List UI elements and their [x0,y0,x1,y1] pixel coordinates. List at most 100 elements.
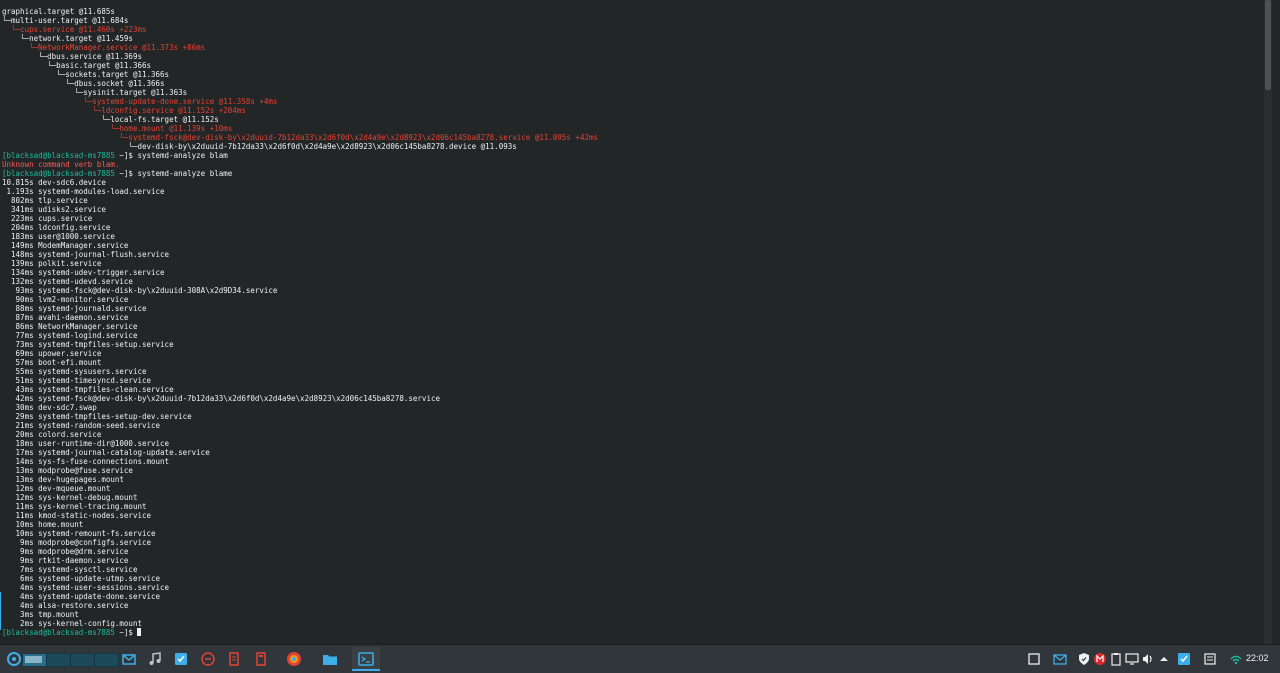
terminal-line: 21ms systemd-random-seed.service [2,421,161,430]
terminal-line: └─systemd-update-done.service @11.358s +… [2,97,278,106]
pager-desktop-1[interactable] [22,653,47,667]
file-manager-task[interactable] [316,647,344,671]
kde-menu-icon[interactable] [6,651,22,667]
document-icon[interactable] [226,651,242,667]
scrollbar-thumb[interactable] [1265,0,1271,90]
command-text: ~]$ systemd-analyze blame [119,169,233,178]
red-circle-icon[interactable] [200,651,216,667]
pager-desktop-3[interactable] [70,653,95,667]
terminal-line: 42ms systemd-fsck@dev-disk-by\x2duuid-7b… [2,394,440,403]
terminal-line: 14ms sys-fs-fuse-connections.mount [2,457,170,466]
terminal-line: └─sockets.target @11.366s [2,70,170,79]
terminal-line: 90ms lvm2-monitor.service [2,295,129,304]
terminal-line: Unknown command verb blam. [2,160,120,169]
checklist-icon[interactable] [1176,651,1192,667]
clock[interactable]: 22:02 [1246,653,1269,663]
terminal-line: └─dbus.socket @11.366s [2,79,165,88]
terminal-line: 223ms cups.service [2,214,93,223]
terminal-line: 20ms colord.service [2,430,102,439]
terminal-line: 2ms sys-kernel-config.mount [2,619,142,628]
terminal-line: 11ms kmod-static-nodes.service [2,511,152,520]
display-icon[interactable] [1124,651,1140,667]
terminal-line: 204ms ldconfig.service [2,223,111,232]
terminal-line: └─local-fs.target @11.152s [2,115,219,124]
terminal-line: 9ms rtkit-daemon.service [2,556,129,565]
terminal-line: 57ms boot-efi.mount [2,358,102,367]
tray-mail-icon[interactable] [1052,651,1068,667]
terminal-line: 12ms dev-mqueue.mount [2,484,111,493]
terminal-line: 30ms dev-sdc7.swap [2,403,97,412]
terminal-line: └─basic.target @11.366s [2,61,152,70]
pager-desktop-2[interactable] [46,653,71,667]
terminal-line: 51ms systemd-timesyncd.service [2,376,152,385]
terminal-line: └─dev-disk-by\x2duuid-7b12da33\x2d6f0d\x… [2,142,517,151]
command-text: ~]$ systemd-analyze blam [119,151,228,160]
terminal-line: [blacksad@blacksad-ms7885 ~]$ [2,628,1272,637]
terminal-line: 10ms home.mount [2,520,84,529]
terminal-line: 10.815s dev-sdc6.device [2,178,106,187]
terminal-line: └─dbus.service @11.369s [2,52,142,61]
terminal-line: 9ms modprobe@drm.service [2,547,129,556]
terminal-line: 17ms systemd-journal-catalog-update.serv… [2,448,210,457]
terminal-line: 9ms modprobe@configfs.service [2,538,152,547]
terminal-line: 93ms systemd-fsck@dev-disk-by\x2duuid-30… [2,286,278,295]
terminal-line: └─sysinit.target @11.363s [2,88,188,97]
terminal-line: 86ms NetworkManager.service [2,322,138,331]
terminal-line: 3ms tmp.mount [2,610,79,619]
browser-icon [287,652,301,666]
terminal-line: 132ms systemd-udevd.service [2,277,133,286]
command-text: ~]$ [119,628,138,637]
notes-icon[interactable] [1202,651,1218,667]
clipboard-icon[interactable] [1108,651,1124,667]
music-icon[interactable] [147,651,163,667]
terminal-line: 341ms udisks2.service [2,205,106,214]
terminal-line: 11ms sys-kernel-tracing.mount [2,502,147,511]
window-icon[interactable] [1026,651,1042,667]
selection-marker [0,592,1,630]
terminal-line: 183ms user@1000.service [2,232,115,241]
volume-icon[interactable] [1140,651,1156,667]
terminal-line: [blacksad@blacksad-ms7885 ~]$ systemd-an… [2,151,1272,160]
calculator-icon[interactable] [253,651,269,667]
terminal-line: 43ms systemd-tmpfiles-clean.service [2,385,174,394]
terminal-task[interactable] [352,647,380,671]
terminal-line: 12ms sys-kernel-debug.mount [2,493,138,502]
expand-icon[interactable] [1156,651,1172,667]
terminal-scrollbar[interactable] [1264,0,1272,644]
terminal-line: └─systemd-fsck@dev-disk-by\x2duuid-7b12d… [2,133,599,142]
todo-icon[interactable] [173,651,189,667]
pager-desktop-4[interactable] [94,653,119,667]
taskbar: 22:02 [0,644,1280,673]
shell-prompt: [blacksad@blacksad-ms7885 [2,151,120,160]
terminal-icon [358,652,374,666]
terminal-line: 73ms systemd-tmpfiles-setup.service [2,340,174,349]
terminal-line: └─ldconfig.service @11.152s +204ms [2,106,246,115]
browser-task[interactable] [280,647,308,671]
mega-icon[interactable] [1092,651,1108,667]
terminal-line: └─network.target @11.459s [2,34,133,43]
mail-launcher-icon[interactable] [121,651,137,667]
terminal-line: 4ms alsa-restore.service [2,601,129,610]
terminal-line: 802ms tlp.service [2,196,88,205]
terminal-line: 87ms avahi-daemon.service [2,313,129,322]
shield-icon[interactable] [1076,651,1092,667]
terminal-line: └─multi-user.target @11.684s [2,16,129,25]
shell-prompt: [blacksad@blacksad-ms7885 [2,169,120,178]
terminal-line: 55ms systemd-sysusers.service [2,367,147,376]
terminal-line: 149ms ModemManager.service [2,241,129,250]
shell-prompt: [blacksad@blacksad-ms7885 [2,628,120,637]
terminal-line: 10ms systemd-remount-fs.service [2,529,156,538]
terminal-line: 13ms dev-hugepages.mount [2,475,124,484]
terminal-line: 69ms upower.service [2,349,102,358]
terminal-line: 139ms polkit.service [2,259,102,268]
terminal-line: 4ms systemd-user-sessions.service [2,583,170,592]
terminal-line: 29ms systemd-tmpfiles-setup-dev.service [2,412,192,421]
terminal-line: 1.193s systemd-modules-load.service [2,187,165,196]
terminal-line: └─NetworkManager.service @11.373s +86ms [2,43,206,52]
text-cursor [137,628,142,636]
network-icon[interactable] [1228,651,1244,667]
terminal-line: 13ms modprobe@fuse.service [2,466,133,475]
terminal-line: 6ms systemd-update-utmp.service [2,574,161,583]
terminal-window[interactable]: graphical.target @11.685s └─multi-user.ta… [0,0,1272,644]
terminal-line: └─cups.service @11.460s +223ms [2,25,147,34]
